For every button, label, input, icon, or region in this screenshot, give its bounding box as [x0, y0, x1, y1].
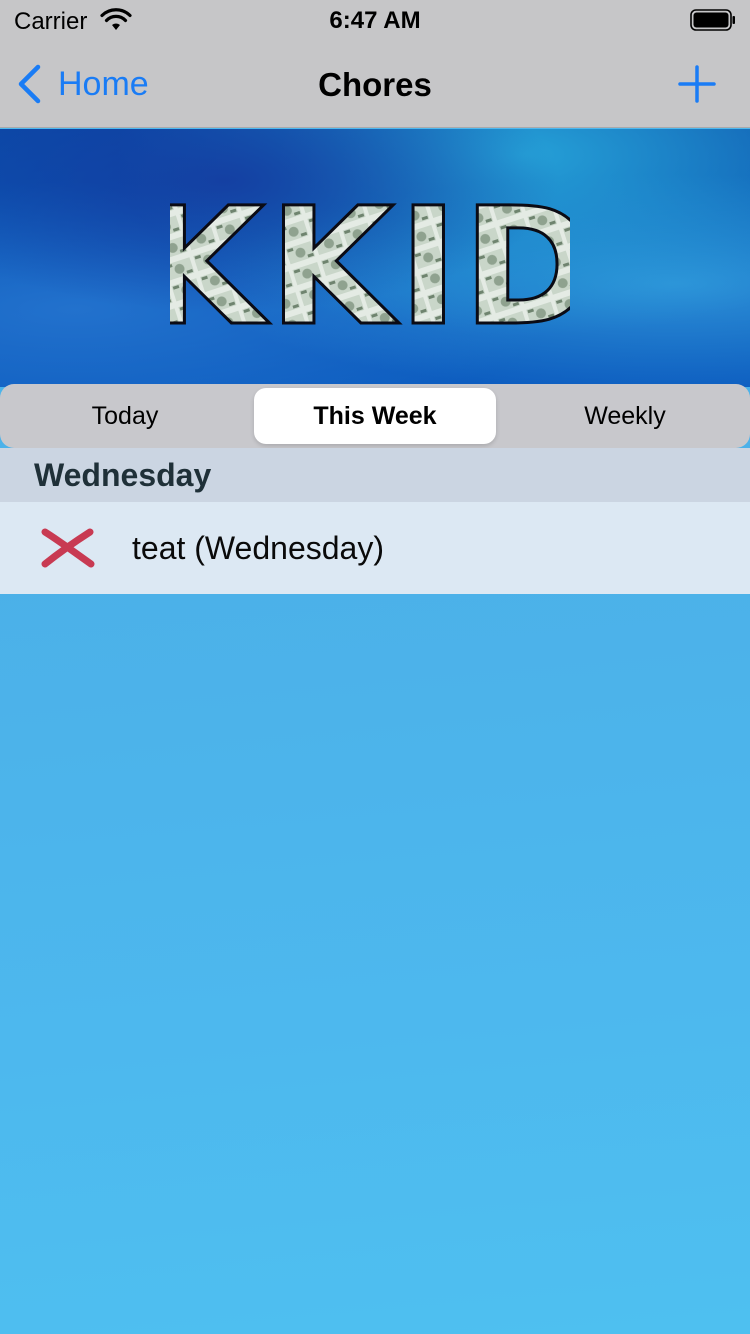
page-title: Chores — [318, 66, 432, 103]
clock: 6:47 AM — [329, 7, 421, 34]
chore-label: teat (Wednesday) — [132, 529, 384, 566]
navigation-bar: Home Chores — [0, 40, 750, 128]
header-banner: KKID — [0, 129, 750, 387]
segmented-control: Today This Week Weekly — [0, 384, 750, 448]
x-mark-icon — [41, 528, 95, 568]
kkid-logo: KKID — [170, 191, 570, 341]
segment-this-week[interactable]: This Week — [254, 388, 496, 444]
segment-weekly[interactable]: Weekly — [504, 388, 746, 444]
battery-icon — [690, 9, 735, 31]
status-bar: Carrier 6:47 AM — [0, 0, 750, 40]
plus-icon[interactable] — [678, 65, 716, 103]
logo-text: KKID — [170, 191, 570, 341]
section-header: Wednesday — [0, 448, 750, 502]
chore-row[interactable]: teat (Wednesday) — [0, 502, 750, 594]
segment-today[interactable]: Today — [4, 388, 246, 444]
